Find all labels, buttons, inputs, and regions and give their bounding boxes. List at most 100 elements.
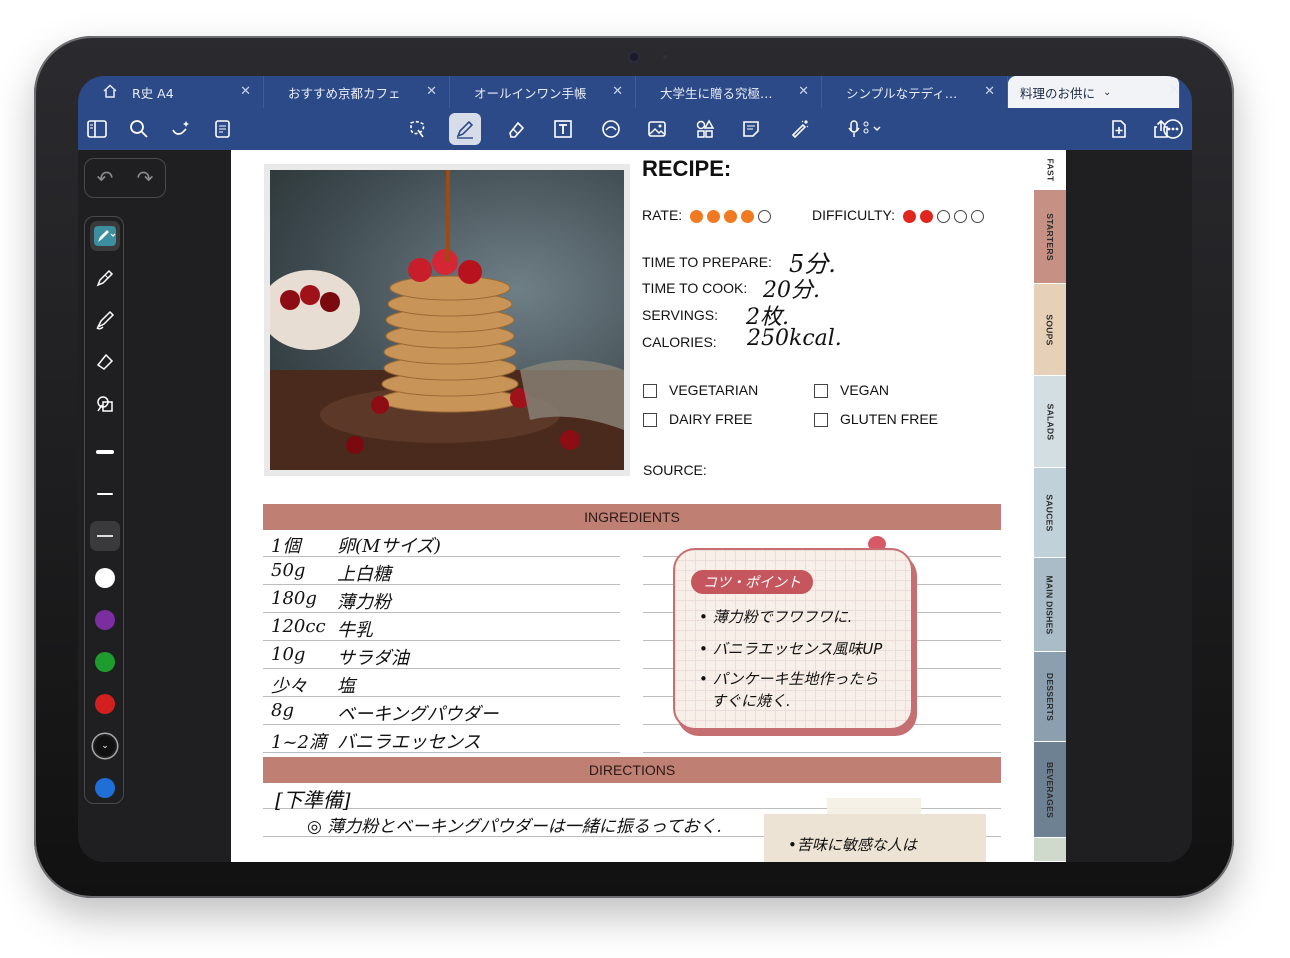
dairy-free-checkbox[interactable] — [643, 413, 657, 427]
lasso-icon[interactable] — [404, 116, 430, 142]
empty-dot[interactable] — [758, 209, 772, 223]
microphone-icon[interactable] — [844, 116, 888, 142]
ingredient-name: バニラエッセンス — [337, 732, 481, 753]
gluten-free-checkbox[interactable] — [814, 413, 828, 427]
shape-tool-icon[interactable] — [90, 389, 120, 419]
ballpoint-pen-icon[interactable] — [90, 263, 120, 293]
laser-pointer-icon[interactable] — [786, 116, 812, 142]
close-tab-icon[interactable]: ✕ — [240, 84, 251, 99]
color-swatch-white[interactable] — [90, 563, 120, 593]
ingredients-header: INGREDIENTS — [263, 504, 1001, 530]
filled-dot[interactable] — [690, 209, 704, 223]
section-tab[interactable] — [1034, 838, 1066, 862]
section-tab[interactable]: BEVERAGES — [1034, 742, 1066, 838]
tab-label: オールインワン手帳 — [474, 85, 587, 101]
magic-icon[interactable] — [168, 116, 194, 142]
section-tab[interactable]: SAUCES — [1034, 468, 1066, 558]
color-swatch-black-selected[interactable]: ⌄ — [90, 731, 120, 761]
text-icon[interactable] — [550, 116, 576, 142]
close-tab-icon[interactable]: ✕ — [612, 84, 623, 99]
filled-dot[interactable] — [741, 209, 755, 223]
vegan-checkbox[interactable] — [814, 384, 828, 398]
add-page-icon[interactable] — [1106, 116, 1132, 142]
ingredient-line — [263, 640, 620, 641]
color-swatch-green[interactable] — [90, 647, 120, 677]
close-tab-icon[interactable]: ✕ — [798, 84, 809, 99]
search-icon[interactable] — [126, 116, 152, 142]
note-point: • バニラエッセンス風味UP — [699, 640, 883, 658]
sticky-note-icon[interactable] — [738, 116, 764, 142]
section-tab-label: FAST — [1045, 158, 1055, 181]
notebook-page[interactable]: RECIPE: RATE: DIFFICULTY: TIME TO PREPAR… — [231, 150, 1034, 862]
rate-dots[interactable] — [686, 207, 772, 223]
empty-dot[interactable] — [953, 209, 967, 223]
section-tab-label: SAUCES — [1045, 493, 1056, 532]
ingredient-quantity: 10g — [271, 644, 306, 665]
stroke-width-thick[interactable] — [90, 437, 120, 467]
ingredient-name: ベーキングパウダー — [337, 704, 499, 725]
image-icon[interactable] — [644, 116, 670, 142]
section-tab[interactable]: STARTERS — [1034, 190, 1066, 284]
ingredient-quantity: 180g — [271, 588, 317, 609]
tab-kyoto-cafe[interactable]: おすすめ京都カフェ ✕ — [264, 76, 450, 108]
tab-simple-teddy[interactable]: シンプルなテディ… ✕ — [822, 76, 1008, 108]
stroke-width-thin[interactable] — [90, 521, 120, 551]
tab-r-history[interactable]: R史 A4 ✕ — [78, 76, 264, 108]
vegetarian-checkbox[interactable] — [643, 384, 657, 398]
filled-dot[interactable] — [724, 209, 738, 223]
vegan-label: VEGAN — [840, 382, 890, 398]
empty-dot[interactable] — [970, 209, 984, 223]
chevron-down-icon[interactable]: ⌄ — [1103, 87, 1111, 98]
section-tab[interactable]: SOUPS — [1034, 284, 1066, 376]
color-swatch-purple[interactable] — [90, 605, 120, 635]
home-icon[interactable] — [102, 83, 118, 102]
toolbar — [78, 108, 1192, 150]
more-ellipsis-icon[interactable] — [1160, 116, 1186, 142]
ingredient-line — [643, 752, 1001, 753]
empty-dot[interactable] — [936, 209, 950, 223]
sticky-memo[interactable]: •苦味に敏感な人は — [764, 814, 986, 862]
filled-dot[interactable] — [707, 209, 721, 223]
brush-pen-icon[interactable] — [90, 305, 120, 335]
shapes-icon[interactable] — [598, 116, 624, 142]
note-point: • 薄力粉でフワフワに. — [699, 608, 853, 626]
ingredient-name: 卵(Mサイズ) — [337, 536, 441, 557]
filled-dot[interactable] — [919, 209, 933, 223]
color-swatch-blue[interactable] — [90, 773, 120, 803]
section-tab[interactable]: MAIN DISHES — [1034, 558, 1066, 652]
close-tab-icon[interactable]: ✕ — [1168, 82, 1180, 98]
tab-label: 料理のお供に — [1020, 85, 1096, 101]
notes-icon[interactable] — [210, 116, 236, 142]
close-tab-icon[interactable]: ✕ — [984, 84, 995, 99]
section-tab[interactable]: FAST — [1034, 150, 1066, 190]
eraser-icon[interactable] — [503, 116, 529, 142]
ingredient-quantity: 1個 — [271, 536, 301, 557]
ingredient-quantity: 少々 — [271, 676, 307, 697]
servings-label: SERVINGS: — [642, 307, 718, 323]
tab-cooking-companion[interactable]: 料理のお供に ⌄ — [1008, 76, 1180, 108]
tab-university[interactable]: 大学生に贈る究極… ✕ — [636, 76, 822, 108]
fountain-pen-icon[interactable] — [90, 221, 120, 251]
sidebar-icon[interactable] — [84, 116, 110, 142]
close-tab-icon[interactable]: ✕ — [426, 84, 437, 99]
tips-note-card[interactable]: コツ・ポイント • 薄力粉でフワフワに. • バニラエッセンス風味UP • パン… — [673, 548, 913, 730]
section-tab[interactable]: SALADS — [1034, 376, 1066, 468]
stroke-width-medium[interactable] — [90, 479, 120, 509]
screen: R史 A4 ✕ おすすめ京都カフェ ✕ オールインワン手帳 ✕ 大学生に贈る究極… — [78, 76, 1192, 862]
section-tab[interactable]: DESSERTS — [1034, 652, 1066, 742]
elements-icon[interactable] — [692, 116, 718, 142]
difficulty-dots[interactable] — [899, 207, 984, 223]
undo-icon[interactable]: ↶ — [97, 166, 114, 190]
ingredient-name: 薄力粉 — [337, 592, 391, 613]
tab-label: 大学生に贈る究極… — [660, 85, 773, 101]
color-swatch-red[interactable] — [90, 689, 120, 719]
note-tag: コツ・ポイント — [691, 570, 813, 594]
redo-icon[interactable]: ↷ — [137, 166, 154, 190]
filled-dot[interactable] — [902, 209, 916, 223]
pen-icon[interactable] — [449, 113, 481, 145]
highlighter-icon[interactable] — [90, 347, 120, 377]
tab-all-in-one-planner[interactable]: オールインワン手帳 ✕ — [450, 76, 636, 108]
vegetarian-label: VEGETARIAN — [669, 382, 759, 398]
ingredient-name: 上白糖 — [337, 564, 391, 585]
ingredient-line — [263, 668, 620, 669]
